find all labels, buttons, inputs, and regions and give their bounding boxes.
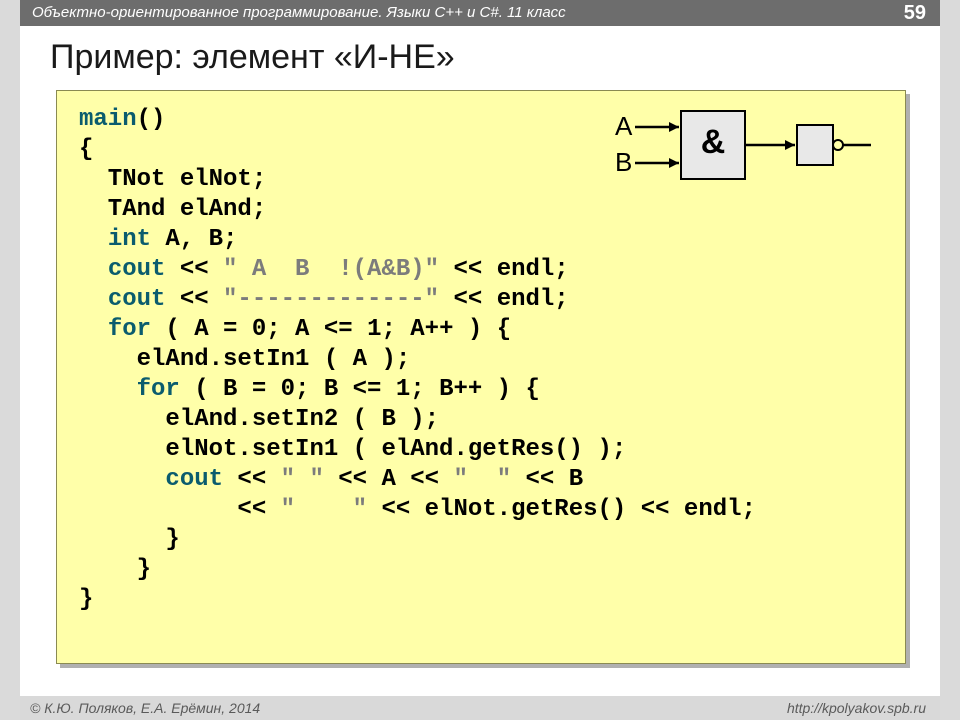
- string-literal: " A B !(A&B)": [223, 256, 439, 283]
- kw-main: main: [79, 106, 137, 133]
- footer-url: http://kpolyakov.spb.ru: [787, 696, 926, 720]
- kw-cout: cout: [108, 256, 166, 283]
- input-b-label: B: [615, 147, 632, 177]
- footer-copyright: © К.Ю. Поляков, Е.А. Ерёмин, 2014: [30, 696, 260, 720]
- kw-int: int: [108, 226, 151, 253]
- page-number: 59: [904, 0, 926, 26]
- input-a-label: A: [615, 111, 633, 141]
- header-bar: Объектно-ориентированное программировани…: [20, 0, 940, 26]
- kw-for: for: [108, 316, 151, 343]
- and-gate-symbol: &: [701, 123, 726, 161]
- code-box: main() { TNot elNot; TAnd elAnd; int A, …: [56, 90, 906, 664]
- logic-diagram: A B &: [599, 105, 879, 195]
- footer: © К.Ю. Поляков, Е.А. Ерёмин, 2014 http:/…: [20, 696, 940, 720]
- slide-title: Пример: элемент «И-НЕ»: [50, 38, 455, 77]
- slide: Объектно-ориентированное программировани…: [20, 0, 940, 720]
- header-title: Объектно-ориентированное программировани…: [32, 0, 566, 26]
